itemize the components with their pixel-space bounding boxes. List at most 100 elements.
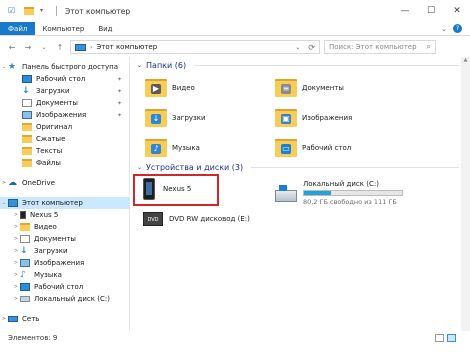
folders-group-header[interactable]: ⌄ Папки (6) (137, 61, 459, 70)
minimize-button[interactable]: — (392, 0, 418, 22)
refresh-button[interactable]: ⟳ (308, 43, 315, 52)
items-count: Элементов: 9 (8, 334, 58, 342)
sidebar-item-original[interactable]: Оригинал (0, 121, 130, 133)
tiles-view-icon[interactable] (447, 334, 456, 342)
folder-tile-desktop[interactable]: ▭ Рабочий стол (275, 133, 415, 163)
sidebar-item-label: Nexus 5 (30, 211, 59, 219)
windows-logo-icon (279, 185, 287, 191)
chevron-right-icon[interactable]: > (12, 248, 20, 254)
chevron-right-icon[interactable]: › (90, 44, 92, 51)
history-button[interactable]: ⌄ (38, 40, 50, 54)
folder-tile-documents[interactable]: ≡ Документы (275, 73, 415, 103)
quick-access-toolbar: ☑ ▾ (0, 6, 57, 16)
address-bar[interactable]: › Этот компьютер ⌄ ⟳ (70, 40, 320, 54)
sidebar-item-local-disk[interactable]: > Локальный диск (C:) (0, 293, 130, 305)
sidebar-item-label: Изображения (36, 111, 87, 119)
pin-icon[interactable]: ✦ (117, 76, 122, 83)
status-bar: Элементов: 9 (0, 331, 470, 345)
tab-file[interactable]: Файл (0, 22, 36, 35)
devices-group-header[interactable]: ⌄ Устройства и диски (3) (137, 163, 459, 172)
folder-tile-music[interactable]: ♪ Музыка (145, 133, 285, 163)
phone-icon (20, 211, 26, 219)
disk-free-text: 80,2 ГБ свободно из 111 ГБ (303, 198, 397, 206)
pin-icon[interactable]: ✦ (117, 100, 122, 107)
chevron-right-icon[interactable]: > (12, 284, 20, 290)
sidebar-item-desktop-pc[interactable]: > Рабочий стол (0, 281, 130, 293)
sidebar-item-label: Файлы (36, 159, 61, 167)
back-button[interactable]: ← (6, 40, 18, 54)
pictures-icon (20, 259, 30, 267)
device-nexus5[interactable]: Nexus 5 (143, 178, 191, 200)
details-view-icon[interactable] (435, 334, 444, 342)
ribbon-tabs: Файл Компьютер Вид ⌄ ? (0, 22, 470, 36)
chevron-right-icon[interactable]: > (12, 224, 20, 230)
chevron-right-icon[interactable]: > (12, 272, 20, 278)
chevron-right-icon[interactable]: > (12, 260, 20, 266)
divider (251, 167, 459, 168)
chevron-right-icon[interactable]: > (12, 296, 20, 302)
chevron-down-icon[interactable]: ⌄ (0, 64, 8, 70)
folder-tile-pictures[interactable]: ▣ Изображения (275, 103, 415, 133)
chevron-down-icon[interactable]: ▾ (40, 7, 50, 15)
help-icon[interactable]: ? (453, 24, 462, 33)
forward-button[interactable]: → (22, 40, 34, 54)
up-button[interactable]: ↑ (54, 40, 66, 54)
sidebar-item-documents[interactable]: Документы ✦ (0, 97, 130, 109)
chevron-down-icon[interactable]: ⌄ (137, 164, 142, 171)
folder-tile-video[interactable]: ▶ Видео (145, 73, 285, 103)
search-box[interactable]: Поиск: Этот компьютер ⌕ (324, 40, 436, 54)
folder-label: Рабочий стол (302, 144, 352, 152)
sidebar-item-pictures-pc[interactable]: > Изображения (0, 257, 130, 269)
sidebar-item-label: Тексты (36, 147, 63, 155)
title-bar: ☑ ▾ Этот компьютер — ☐ ✕ (0, 0, 470, 22)
breadcrumb[interactable]: Этот компьютер (96, 43, 157, 51)
downloads-badge-icon: ↓ (151, 114, 161, 124)
sidebar-item-desktop[interactable]: Рабочий стол ✦ (0, 73, 130, 85)
sidebar-item-music[interactable]: > ♪ Музыка (0, 269, 130, 281)
folder-icon[interactable] (24, 7, 34, 15)
folder-tile-downloads[interactable]: ↓ Загрузки (145, 103, 285, 133)
sidebar-item-downloads-pc[interactable]: > ↓ Загрузки (0, 245, 130, 257)
chevron-right-icon[interactable]: > (12, 212, 20, 218)
scroll-up-icon[interactable]: ▲ (461, 57, 470, 63)
device-dvd[interactable]: DVD DVD RW дисковод (E:) (143, 212, 250, 226)
chevron-down-icon[interactable]: ⌄ (137, 62, 142, 69)
sidebar-item-texts[interactable]: Тексты (0, 145, 130, 157)
expand-ribbon-button[interactable]: ⌄ (441, 25, 447, 33)
sidebar-item-downloads[interactable]: ↓ Загрузки ✦ (0, 85, 130, 97)
chevron-right-icon[interactable]: > (0, 316, 8, 322)
sidebar-item-label: Панель быстрого доступа (22, 63, 119, 71)
documents-folder-icon: ≡ (275, 77, 297, 99)
sidebar-item-compressed[interactable]: Сжатые (0, 133, 130, 145)
chevron-right-icon[interactable]: > (0, 180, 8, 186)
chevron-down-icon[interactable]: ⌄ (0, 200, 8, 206)
sidebar-item-label: Загрузки (34, 247, 68, 255)
chevron-down-icon[interactable]: ⌄ (295, 44, 300, 51)
sidebar-item-nexus5[interactable]: > Nexus 5 (0, 209, 130, 221)
check-icon[interactable]: ☑ (8, 7, 18, 15)
maximize-button[interactable]: ☐ (418, 0, 444, 22)
chevron-right-icon[interactable]: > (12, 236, 20, 242)
search-icon[interactable]: ⌕ (427, 42, 431, 52)
group-title: Папки (6) (146, 61, 187, 70)
device-local-disk[interactable]: Локальный диск (C:) 80,2 ГБ свободно из … (275, 180, 403, 206)
device-label: Локальный диск (C:) (303, 180, 379, 188)
pin-icon[interactable]: ✦ (117, 112, 122, 119)
vertical-scrollbar[interactable]: ▲ (461, 57, 470, 331)
sidebar-item-network[interactable]: > Сеть (0, 313, 130, 325)
sidebar-item-documents-pc[interactable]: > Документы (0, 233, 130, 245)
sidebar-item-quick-access[interactable]: ⌄ ★ Панель быстрого доступа (0, 61, 130, 73)
sidebar-item-label: Документы (34, 235, 76, 243)
sidebar-item-this-pc[interactable]: ⌄ Этот компьютер (0, 197, 130, 209)
tab-computer[interactable]: Компьютер (35, 22, 91, 35)
tab-view[interactable]: Вид (91, 22, 119, 35)
sidebar-item-onedrive[interactable]: > ☁ OneDrive (0, 177, 130, 189)
close-button[interactable]: ✕ (444, 0, 470, 22)
sidebar-item-label: Документы (36, 99, 78, 107)
search-input[interactable]: Поиск: Этот компьютер (329, 43, 417, 51)
pin-icon[interactable]: ✦ (117, 88, 122, 95)
star-icon: ★ (8, 62, 17, 72)
sidebar-item-pictures[interactable]: Изображения ✦ (0, 109, 130, 121)
sidebar-item-files[interactable]: Файлы (0, 157, 130, 169)
sidebar-item-video[interactable]: > Видео (0, 221, 130, 233)
